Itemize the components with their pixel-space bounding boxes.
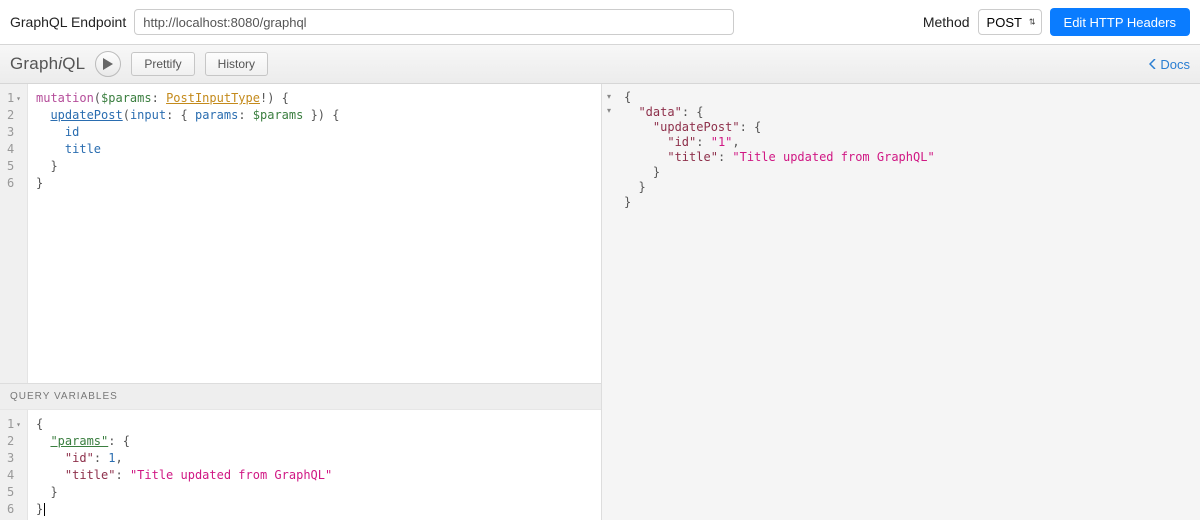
play-icon <box>103 58 113 70</box>
endpoint-input[interactable] <box>134 9 734 35</box>
query-variables-header[interactable]: Query Variables <box>0 383 601 410</box>
result-code[interactable]: { "data": { "updatePost": { "id": "1", "… <box>616 84 943 520</box>
fold-icon[interactable]: ▾ <box>16 90 21 107</box>
execute-button[interactable] <box>95 51 121 77</box>
chevron-left-icon <box>1149 59 1156 69</box>
top-bar: GraphQL Endpoint Method POST Edit HTTP H… <box>0 0 1200 44</box>
fold-icon[interactable]: ▾ <box>604 104 614 118</box>
result-gutter: ▾ ▾ <box>602 84 616 520</box>
workspace: 1▾ 2▾ 3▾ 4▾ 5▾ 6▾ mutation($params: Post… <box>0 84 1200 520</box>
docs-toggle[interactable]: Docs <box>1149 57 1190 72</box>
graphiql-toolbar: GraphiQL Prettify History Docs <box>0 44 1200 84</box>
prettify-button[interactable]: Prettify <box>131 52 194 76</box>
history-button[interactable]: History <box>205 52 268 76</box>
graphiql-logo: GraphiQL <box>10 54 85 74</box>
docs-label: Docs <box>1160 57 1190 72</box>
edit-http-headers-button[interactable]: Edit HTTP Headers <box>1050 8 1190 36</box>
fold-icon[interactable]: ▾ <box>604 90 614 104</box>
fold-icon[interactable]: ▾ <box>16 416 21 433</box>
result-pane: ▾ ▾ { "data": { "updatePost": { "id": "1… <box>602 84 1200 520</box>
method-label: Method <box>923 14 970 30</box>
query-editor[interactable]: 1▾ 2▾ 3▾ 4▾ 5▾ 6▾ mutation($params: Post… <box>0 84 601 383</box>
method-select[interactable]: POST <box>978 9 1042 35</box>
query-gutter: 1▾ 2▾ 3▾ 4▾ 5▾ 6▾ <box>0 84 28 383</box>
variables-gutter: 1▾ 2▾ 3▾ 4▾ 5▾ 6▾ <box>0 410 28 520</box>
variables-code[interactable]: { "params": { "id": 1, "title": "Title u… <box>28 410 601 520</box>
variables-editor[interactable]: 1▾ 2▾ 3▾ 4▾ 5▾ 6▾ { "params": { "id": 1,… <box>0 410 601 520</box>
query-code[interactable]: mutation($params: PostInputType!) { upda… <box>28 84 601 383</box>
text-cursor <box>44 503 45 516</box>
left-pane: 1▾ 2▾ 3▾ 4▾ 5▾ 6▾ mutation($params: Post… <box>0 84 602 520</box>
endpoint-label: GraphQL Endpoint <box>10 14 126 30</box>
